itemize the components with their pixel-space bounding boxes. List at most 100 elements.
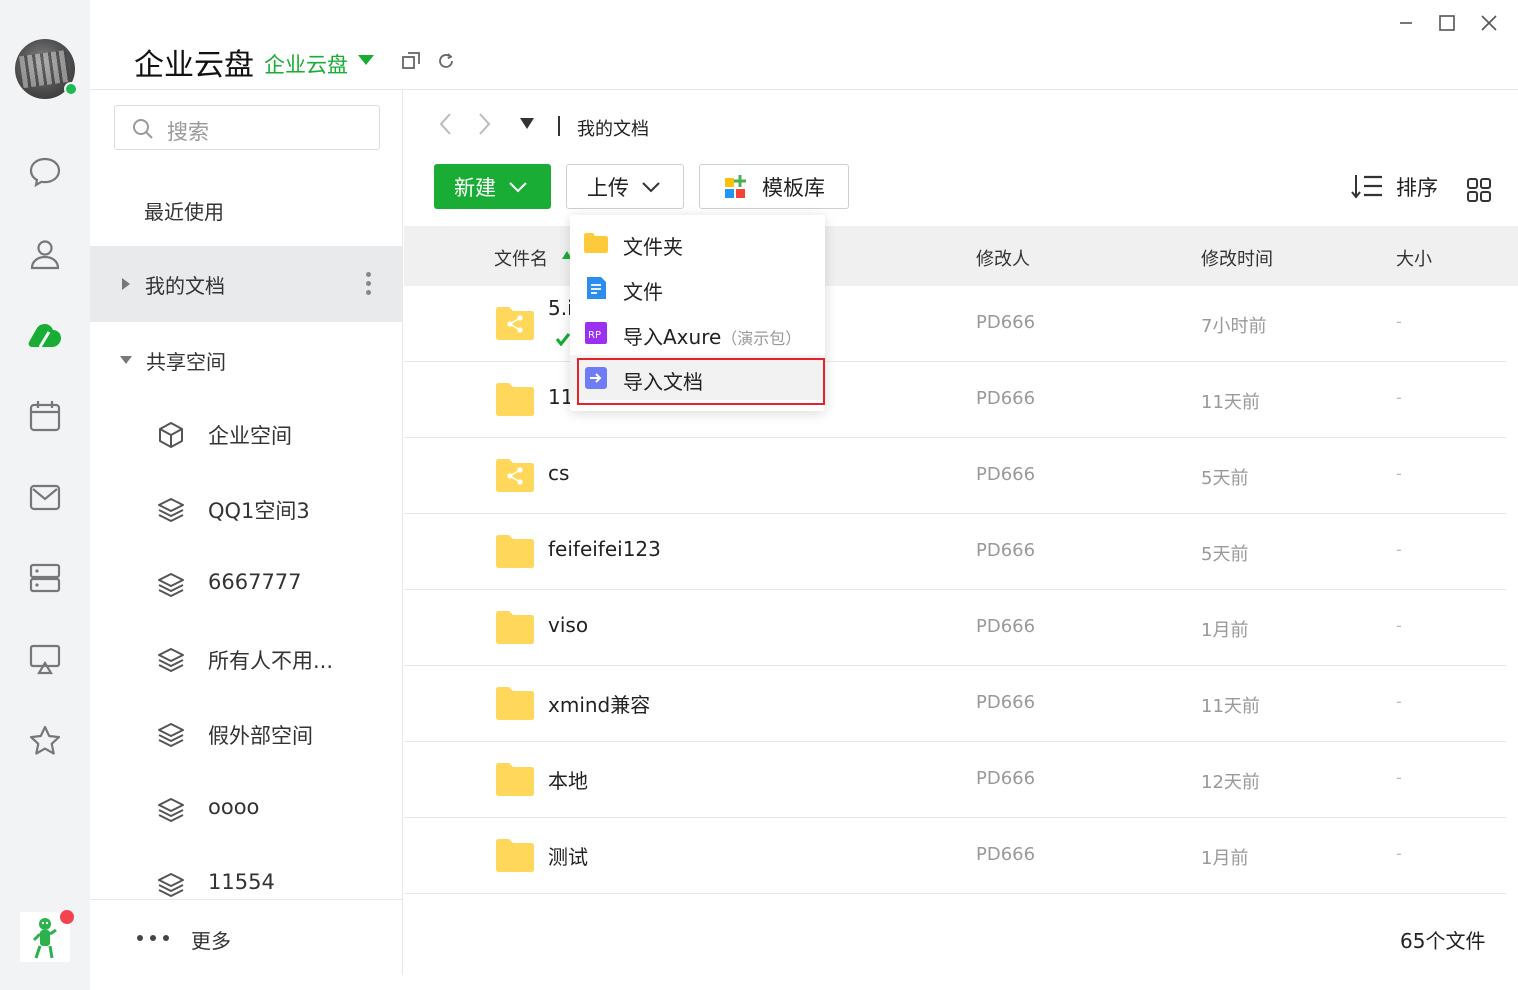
sidebar-item-label: 最近使用 — [144, 199, 224, 224]
sidebar-space-item[interactable]: 6667777 — [90, 548, 402, 623]
mail-icon[interactable] — [25, 477, 65, 517]
folder-icon — [496, 687, 534, 720]
document-icon — [587, 277, 606, 299]
column-header-modified-by[interactable]: 修改人 — [976, 245, 1030, 271]
breadcrumb-current[interactable]: 我的文档 — [577, 115, 649, 141]
file-name: 5.i — [548, 296, 573, 320]
menu-item-upload-file[interactable]: 文件 — [570, 265, 825, 310]
refresh-icon[interactable] — [435, 50, 459, 74]
sidebar-item-recent[interactable]: 最近使用 — [90, 172, 402, 248]
sidebar-space-item[interactable]: 所有人不用... — [90, 623, 402, 698]
sort-button[interactable]: 排序 — [1350, 172, 1438, 202]
shared-badge-icon — [556, 333, 570, 346]
caret-down-icon[interactable] — [358, 55, 374, 65]
more-options-icon[interactable] — [366, 272, 372, 299]
modified-by: PD666 — [976, 388, 1036, 409]
grid-view-icon[interactable] — [1466, 177, 1492, 203]
sidebar-space-item[interactable]: 企业空间 — [90, 398, 402, 473]
table-row[interactable]: 测试 PD666 1月前 - — [404, 818, 1506, 894]
sidebar: 搜索 最近使用 我的文档 共享空间 企业空间 QQ1空间3 6667777 所有… — [90, 90, 403, 975]
menu-item-import-axure[interactable]: RP 导入Axure（演示包） — [570, 310, 825, 355]
menu-item-upload-folder[interactable]: 文件夹 — [570, 220, 825, 265]
sidebar-item-shared[interactable]: 共享空间 — [90, 322, 402, 398]
table-row[interactable]: cs PD666 5天前 - — [404, 438, 1506, 514]
folder-icon — [496, 763, 534, 796]
column-header-size[interactable]: 大小 — [1396, 245, 1432, 271]
shared-folder-icon — [496, 459, 534, 492]
template-icon — [725, 174, 746, 198]
space-label: oooo — [208, 795, 260, 819]
notification-dot — [60, 910, 74, 924]
table-row[interactable]: xmind兼容 PD666 11天前 - — [404, 666, 1506, 742]
app-rail — [0, 0, 90, 990]
modified-by: PD666 — [976, 844, 1036, 865]
modified-by: PD666 — [976, 312, 1036, 333]
sort-label: 排序 — [1396, 176, 1438, 200]
sidebar-space-item[interactable]: 假外部空间 — [90, 698, 402, 773]
sidebar-space-item[interactable]: oooo — [90, 773, 402, 848]
axure-note: （演示包） — [721, 329, 802, 348]
file-name: viso — [548, 613, 589, 637]
popout-icon[interactable] — [400, 50, 424, 74]
modified-time: 1月前 — [1201, 848, 1249, 869]
cloud-drive-icon[interactable] — [25, 315, 65, 355]
sidebar-item-my-docs[interactable]: 我的文档 — [90, 246, 402, 322]
minimize-icon[interactable] — [1393, 10, 1419, 36]
star-icon[interactable] — [25, 721, 65, 761]
highlight-annotation — [577, 358, 825, 405]
back-arrow-icon[interactable] — [438, 112, 454, 136]
sidebar-space-item[interactable]: QQ1空间3 — [90, 473, 402, 548]
search-input[interactable]: 搜索 — [114, 105, 380, 150]
folder-icon — [496, 383, 534, 416]
online-status-dot — [64, 82, 78, 96]
cube-icon — [159, 422, 183, 448]
history-dropdown-icon[interactable] — [520, 118, 534, 130]
layers-icon — [158, 573, 184, 597]
contacts-icon[interactable] — [25, 234, 65, 274]
maximize-icon[interactable] — [1434, 10, 1460, 36]
file-name: xmind兼容 — [548, 693, 651, 717]
layers-icon — [158, 648, 184, 672]
table-row[interactable]: viso PD666 1月前 - — [404, 590, 1506, 666]
calendar-icon[interactable] — [25, 396, 65, 436]
close-icon[interactable] — [1476, 10, 1502, 36]
folder-icon — [584, 233, 608, 253]
folder-icon — [496, 611, 534, 644]
upload-button[interactable]: 上传 — [566, 164, 684, 209]
column-header-name[interactable]: 文件名 — [494, 245, 548, 271]
chevron-down-icon — [642, 181, 660, 192]
modified-time: 5天前 — [1201, 468, 1249, 489]
new-button[interactable]: 新建 — [434, 164, 551, 209]
space-label: 假外部空间 — [208, 724, 313, 748]
space-label: 11554 — [208, 870, 275, 894]
expand-arrow-icon[interactable] — [122, 278, 130, 290]
layers-icon — [158, 498, 184, 522]
sidebar-more[interactable]: 更多 — [90, 899, 402, 975]
modified-time: 11天前 — [1201, 696, 1260, 717]
table-row[interactable]: feifeifei123 PD666 5天前 - — [404, 514, 1506, 590]
workspace-switcher[interactable]: 企业云盘 — [264, 49, 348, 79]
shared-folder-icon — [496, 307, 534, 340]
space-label: QQ1空间3 — [208, 499, 310, 523]
modified-time: 1月前 — [1201, 620, 1249, 641]
collapse-arrow-icon[interactable] — [120, 356, 132, 364]
file-size: - — [1396, 540, 1402, 559]
file-size: - — [1396, 388, 1402, 407]
svg-text:RP: RP — [588, 330, 601, 341]
chat-icon[interactable] — [25, 152, 65, 192]
storage-icon[interactable] — [25, 558, 65, 598]
folder-icon — [496, 535, 534, 568]
chevron-down-icon — [509, 181, 527, 192]
layers-icon — [158, 873, 184, 897]
modified-time: 5天前 — [1201, 544, 1249, 565]
breadcrumb-separator — [558, 116, 560, 136]
template-library-button[interactable]: 模板库 — [699, 164, 849, 209]
screen-share-icon[interactable] — [25, 639, 65, 679]
template-label: 模板库 — [762, 175, 825, 200]
modified-time: 12天前 — [1201, 772, 1260, 793]
table-row[interactable]: 本地 PD666 12天前 - — [404, 742, 1506, 818]
column-header-modified-time[interactable]: 修改时间 — [1201, 245, 1273, 271]
forward-arrow-icon[interactable] — [476, 112, 492, 136]
new-button-label: 新建 — [454, 175, 496, 200]
more-label: 更多 — [191, 929, 231, 953]
